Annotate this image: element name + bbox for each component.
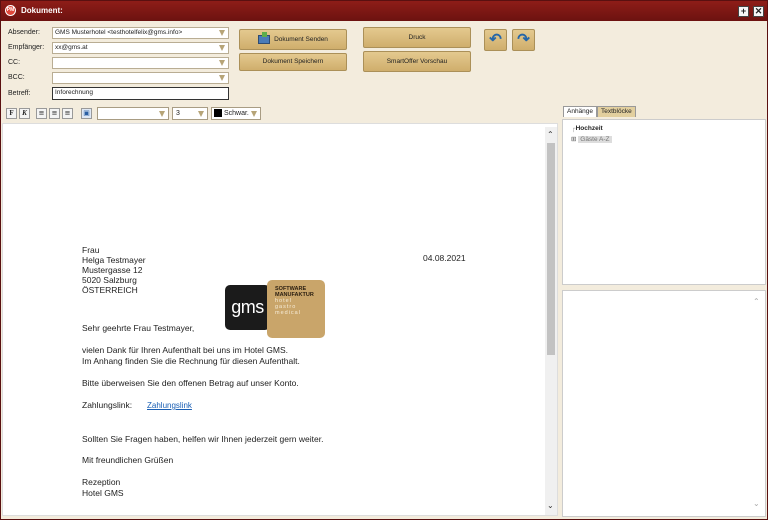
letter-paragraph: Sollten Sie Fragen haben, helfen wir Ihn…: [82, 434, 324, 444]
chevron-down-icon[interactable]: [159, 111, 165, 117]
tree-node-label: Gäste A-Z: [578, 136, 612, 143]
chevron-down-icon[interactable]: [219, 45, 225, 51]
tree-node-label: Hochzeit: [575, 125, 603, 132]
bcc-label: BCC:: [8, 74, 25, 81]
maximize-button[interactable]: +: [738, 6, 749, 17]
tab-anhaenge[interactable]: Anhänge: [563, 106, 598, 117]
redo-icon: ↷: [517, 31, 530, 48]
undo-button[interactable]: ↶: [484, 29, 507, 51]
color-value: Schwar.: [223, 110, 249, 117]
recipient-salutation: Frau: [82, 245, 100, 255]
empfaenger-label: Empfänger:: [8, 44, 45, 51]
color-swatch: [214, 109, 222, 118]
print-button[interactable]: Druck: [363, 27, 471, 48]
scroll-up-icon[interactable]: ⌃: [547, 130, 554, 139]
redo-button[interactable]: ↷: [512, 29, 535, 51]
window-title: Dokument:: [21, 6, 63, 15]
title-bar: PM Dokument: + ✕: [1, 1, 767, 21]
company-logo: gms SOFTWARE MANUFAKTUR hotel gastro med…: [225, 280, 325, 338]
editor-scrollbar[interactable]: ⌃ ⌄: [545, 127, 557, 515]
undo-icon: ↶: [489, 31, 502, 48]
letter-date: 04.08.2021: [423, 253, 466, 263]
recipient-country: ÖSTERREICH: [82, 285, 138, 295]
betreff-value: Inforechnung: [55, 89, 93, 96]
absender-label: Absender:: [8, 29, 40, 36]
smartoffer-preview-button[interactable]: SmartOffer Vorschau: [363, 51, 471, 72]
scroll-up-icon[interactable]: ⌃: [753, 297, 760, 306]
chevron-down-icon[interactable]: [251, 111, 257, 117]
document-editor[interactable]: gms SOFTWARE MANUFAKTUR hotel gastro med…: [2, 123, 558, 516]
letter-greeting: Sehr geehrte Frau Testmayer,: [82, 323, 195, 333]
color-select[interactable]: Schwar.: [211, 107, 261, 120]
absender-field[interactable]: GMS Musterhotel <testhotelfelix@gms.info…: [52, 27, 229, 39]
betreff-label: Betreff:: [8, 90, 31, 97]
side-panel: Anhänge Textblöcke ┌Hochzeit ⊞ Gäste A-Z…: [561, 104, 767, 518]
print-label: Druck: [408, 34, 426, 41]
letter-paragraph: Im Anhang finden Sie die Rechnung für di…: [82, 356, 300, 366]
app-icon: PM: [5, 5, 16, 16]
chevron-down-icon[interactable]: [219, 75, 225, 81]
cc-label: CC:: [8, 59, 21, 66]
send-label: Dokument Senden: [274, 36, 328, 43]
letter-paragraph: Bitte überweisen Sie den offenen Betrag …: [82, 378, 299, 388]
payment-link-label: Zahlungslink:: [82, 400, 133, 410]
preview-label: SmartOffer Vorschau: [386, 58, 448, 65]
preview-area: ⌃ ⌄: [562, 290, 766, 517]
letter-paragraph: vielen Dank für Ihren Aufenthalt bei uns…: [82, 345, 288, 355]
payment-link[interactable]: Zahlungslink: [147, 401, 192, 410]
save-document-button[interactable]: Dokument Speichern: [239, 53, 347, 71]
chevron-down-icon[interactable]: [198, 111, 204, 117]
bcc-field[interactable]: [52, 72, 229, 84]
logo-mark: gms: [225, 285, 270, 330]
signature-line: Rezeption: [82, 477, 121, 487]
align-right-icon[interactable]: ≡: [62, 108, 73, 119]
empfaenger-field[interactable]: xx@gms.at: [52, 42, 229, 54]
logo-text-block: SOFTWARE MANUFAKTUR hotel gastro medical: [267, 280, 325, 338]
cc-field[interactable]: [52, 57, 229, 69]
size-value: 3: [176, 110, 180, 117]
insert-image-icon[interactable]: ▣: [81, 108, 92, 119]
textblock-tree: ┌Hochzeit ⊞ Gäste A-Z: [562, 119, 766, 285]
chevron-down-icon[interactable]: [219, 60, 225, 66]
absender-value: GMS Musterhotel <testhotelfelix@gms.info…: [55, 29, 183, 36]
betreff-field[interactable]: Inforechnung: [52, 87, 229, 100]
save-label: Dokument Speichern: [262, 58, 324, 65]
align-center-icon[interactable]: ≡: [49, 108, 60, 119]
scroll-down-icon[interactable]: ⌄: [547, 501, 554, 510]
size-select[interactable]: 3: [172, 107, 208, 120]
chevron-down-icon[interactable]: [219, 30, 225, 36]
document-window: PM Dokument: + ✕ Absender: GMS Musterhot…: [0, 0, 768, 520]
tree-node[interactable]: ⊞ Gäste A-Z: [571, 135, 612, 143]
tree-node[interactable]: ┌Hochzeit: [571, 125, 603, 132]
scroll-thumb[interactable]: [547, 143, 555, 355]
logo-line: medical: [275, 310, 301, 316]
bold-button[interactable]: F: [6, 108, 17, 119]
recipient-name: Helga Testmayer: [82, 255, 146, 265]
send-document-button[interactable]: Dokument Senden: [239, 29, 347, 50]
expand-icon[interactable]: ⊞: [571, 136, 576, 143]
italic-button[interactable]: K: [19, 108, 30, 119]
font-select[interactable]: [97, 107, 169, 120]
scroll-down-icon[interactable]: ⌄: [753, 499, 760, 508]
send-icon: [258, 31, 271, 44]
recipient-street: Mustergasse 12: [82, 265, 143, 275]
tab-textbloecke[interactable]: Textblöcke: [597, 106, 636, 117]
letter-closing: Mit freundlichen Grüßen: [82, 455, 174, 465]
recipient-city: 5020 Salzburg: [82, 275, 137, 285]
signature-line: Hotel GMS: [82, 488, 124, 498]
close-button[interactable]: ✕: [753, 6, 764, 17]
empfaenger-value: xx@gms.at: [55, 44, 88, 51]
align-left-icon[interactable]: ≡: [36, 108, 47, 119]
